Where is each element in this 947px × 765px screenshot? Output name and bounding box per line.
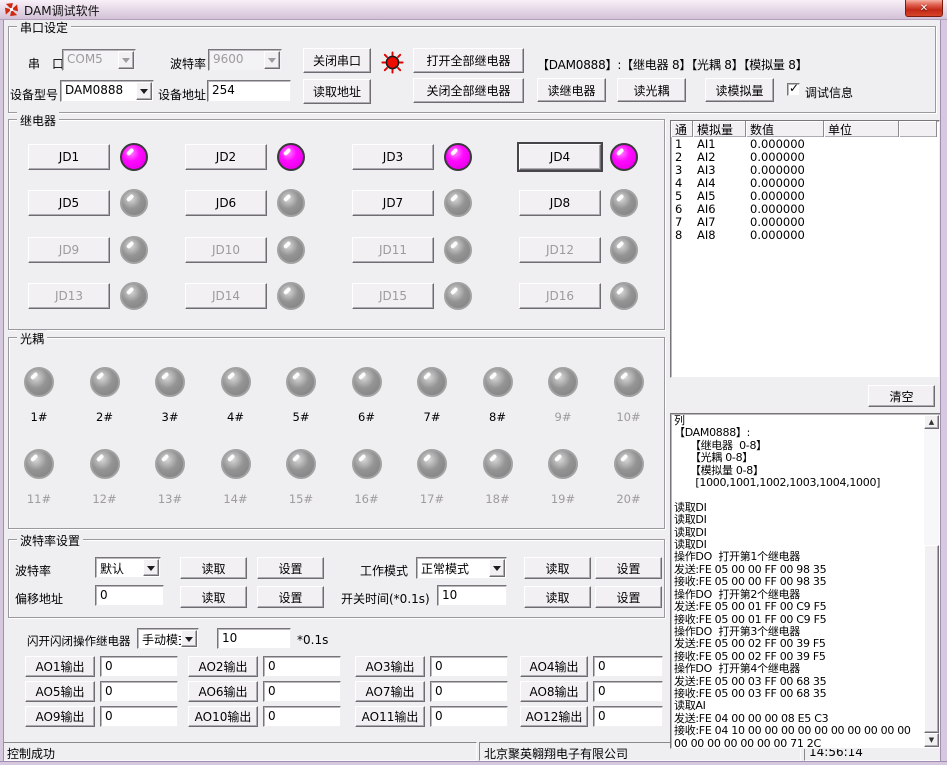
app-icon: [4, 2, 19, 17]
ao-output-button-4[interactable]: AO4输出: [520, 656, 588, 677]
ao-output-input-6[interactable]: 0: [263, 681, 341, 702]
window-edge-right: [940, 19, 947, 765]
ao-output-button-11[interactable]: AO11输出: [355, 706, 425, 727]
log-text[interactable]: 列 【DAM0888】: 【继电器 0-8】 【光耦 0-8】 【模拟量 0-8…: [674, 415, 923, 747]
ao-output-button-5[interactable]: AO5输出: [25, 681, 95, 702]
ao-output-button-9[interactable]: AO9输出: [25, 706, 95, 727]
window-title: DAM调试软件: [24, 2, 100, 19]
ao-output-input-12[interactable]: 0: [593, 706, 663, 727]
window-edge-bottom: [0, 761, 947, 765]
window-edge-left: [0, 19, 4, 765]
ao-output-input-7[interactable]: 0: [430, 681, 508, 702]
scrollbar-thumb[interactable]: [924, 545, 939, 733]
close-button[interactable]: ✕: [905, 0, 943, 17]
ao-output-button-2[interactable]: AO2输出: [188, 656, 258, 677]
ao-output-input-9[interactable]: 0: [100, 706, 178, 727]
ao-output-input-4[interactable]: 0: [593, 656, 663, 677]
log-scrollbar[interactable]: ▲ ▼: [924, 415, 939, 747]
window-titlebar: DAM调试软件: [0, 0, 947, 20]
ao-output-button-3[interactable]: AO3输出: [355, 656, 425, 677]
status-message: 控制成功: [2, 742, 477, 761]
ao-output-input-10[interactable]: 0: [263, 706, 341, 727]
ao-output-button-10[interactable]: AO10输出: [188, 706, 258, 727]
ao-output-input-11[interactable]: 0: [430, 706, 508, 727]
ao-output-button-12[interactable]: AO12输出: [520, 706, 588, 727]
ao-output-input-8[interactable]: 0: [593, 681, 663, 702]
application-window: DAM调试软件 ✕ 串口设定 串 口 COM5 波特率 9600 关闭串口 打开…: [0, 0, 947, 765]
ao-output-input-2[interactable]: 0: [263, 656, 341, 677]
ao-output-input-5[interactable]: 0: [100, 681, 178, 702]
scroll-up-icon[interactable]: ▲: [924, 415, 939, 429]
ao-output-button-1[interactable]: AO1输出: [25, 656, 95, 677]
ao-output-input-1[interactable]: 0: [100, 656, 178, 677]
scroll-down-icon[interactable]: ▼: [924, 733, 939, 747]
ao-output-input-3[interactable]: 0: [430, 656, 508, 677]
ao-output-button-8[interactable]: AO8输出: [520, 681, 588, 702]
ao-output-button-6[interactable]: AO6输出: [188, 681, 258, 702]
ao-output-button-7[interactable]: AO7输出: [355, 681, 425, 702]
log-area[interactable]: 列 【DAM0888】: 【继电器 0-8】 【光耦 0-8】 【模拟量 0-8…: [670, 413, 941, 749]
